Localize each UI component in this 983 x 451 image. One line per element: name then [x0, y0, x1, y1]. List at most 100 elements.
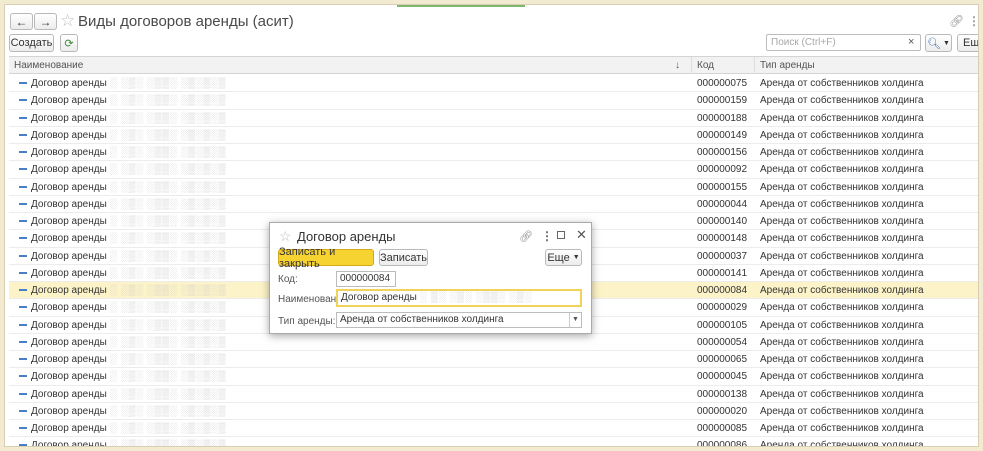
name-field[interactable]: Договор аренды ░ ▒░ ░▒░ ░▒▒░ ░▒░: [336, 289, 582, 307]
row-type: Аренда от собственников холдинга: [760, 371, 924, 383]
link-icon[interactable]: 🔗︎: [519, 230, 533, 243]
column-header-type[interactable]: Тип аренды: [755, 57, 978, 74]
save-button[interactable]: Записать: [379, 249, 428, 266]
create-button[interactable]: Создать: [9, 34, 54, 52]
arrow-left-icon: ←: [15, 14, 28, 29]
redacted-text: ░ ░▒░ ░▒▒░ ░▒░▒░▒: [106, 250, 227, 262]
more-vertical-icon[interactable]: ⋮: [968, 14, 978, 28]
refresh-button[interactable]: ⟳: [60, 34, 78, 52]
chevron-down-icon[interactable]: ▼: [569, 313, 581, 327]
save-and-close-button[interactable]: Записать и закрыть: [278, 246, 374, 270]
redacted-text: ░ ░▒░ ░▒▒░ ░▒░▒░▒: [106, 129, 227, 141]
search-button[interactable]: 🔍︎ ▼: [925, 34, 952, 52]
table-row[interactable]: Договор аренды ░ ░▒░ ░▒▒░ ░▒░▒░▒ 00000018…: [9, 110, 978, 127]
item-icon: [19, 99, 27, 102]
row-code: 000000037: [697, 250, 748, 262]
item-icon: [19, 168, 27, 171]
row-code: 000000085: [697, 423, 748, 434]
redacted-text: ░ ░▒░ ░▒▒░ ░▒░▒░▒: [106, 405, 227, 417]
item-icon: [19, 427, 27, 429]
row-code: 000000075: [697, 78, 748, 89]
table-row[interactable]: Договор аренды ░ ░▒░ ░▒▒░ ░▒░▒░▒ 00000013…: [9, 386, 978, 403]
redacted-text: ░ ░▒░ ░▒▒░ ░▒░▒░▒: [106, 267, 227, 279]
link-icon[interactable]: 🔗︎: [949, 14, 964, 28]
redacted-text: ░ ░▒░ ░▒▒░ ░▒░▒░▒: [106, 388, 227, 400]
row-name: Договор аренды ░ ░▒░ ░▒▒░ ░▒░▒░▒: [31, 181, 227, 193]
table-row[interactable]: Договор аренды ░ ░▒░ ░▒▒░ ░▒░▒░▒ 00000006…: [9, 351, 978, 369]
item-icon: [19, 375, 27, 378]
row-type: Аренда от собственников холдинга: [760, 250, 924, 262]
chevron-down-icon: ▼: [943, 39, 950, 47]
clear-search-icon[interactable]: ×: [908, 36, 914, 48]
row-name: Договор аренды ░ ░▒░ ░▒▒░ ░▒░▒░▒: [31, 388, 227, 400]
table-row[interactable]: Договор аренды ░ ░▒░ ░▒▒░ ░▒░▒░▒ 00000008…: [9, 437, 978, 447]
row-type: Аренда от собственников холдинга: [760, 216, 924, 227]
column-header-code[interactable]: Код: [692, 57, 755, 74]
row-name: Договор аренды ░ ░▒░ ░▒▒░ ░▒░▒░▒: [31, 437, 671, 446]
table-row[interactable]: Договор аренды ░ ░▒░ ░▒▒░ ░▒░▒░▒ 00000005…: [9, 334, 978, 351]
row-type: Аренда от собственников холдинга: [760, 302, 924, 314]
code-field[interactable]: 000000084: [336, 271, 396, 287]
row-type: Аренда от собственников холдинга: [760, 181, 924, 193]
item-icon: [19, 220, 27, 222]
table-row[interactable]: Договор аренды ░ ░▒░ ░▒▒░ ░▒░▒░▒ 00000009…: [9, 161, 978, 179]
forward-button[interactable]: →: [34, 13, 57, 30]
row-type: Аренда от собственников холдинга: [760, 285, 924, 296]
item-icon: [19, 392, 27, 395]
redacted-text: ░ ░▒░ ░▒▒░ ░▒░▒░▒: [106, 423, 227, 434]
row-type: Аренда от собственников холдинга: [760, 112, 924, 124]
row-name: Договор аренды ░ ░▒░ ░▒▒░ ░▒░▒░▒: [31, 336, 227, 348]
more-vertical-icon[interactable]: ⋮: [541, 229, 553, 243]
row-name: Договор аренды ░ ░▒░ ░▒▒░ ░▒░▒░▒: [31, 78, 227, 89]
row-type: Аренда от собственников холдинга: [760, 267, 924, 279]
row-type: Аренда от собственников холдинга: [760, 336, 924, 348]
table-row[interactable]: Договор аренды ░ ░▒░ ░▒▒░ ░▒░▒░▒ 00000014…: [9, 127, 978, 144]
item-icon: [19, 202, 27, 205]
item-icon: [19, 323, 27, 326]
redacted-text: ░ ░▒░ ░▒▒░ ░▒░▒░▒: [106, 78, 227, 89]
row-name: Договор аренды ░ ░▒░ ░▒▒░ ░▒░▒░▒: [31, 198, 227, 210]
favorite-star-icon[interactable]: ☆: [279, 228, 292, 245]
rent-type-label: Тип аренды:: [278, 316, 336, 327]
row-code: 000000086: [697, 440, 748, 447]
row-name: Договор аренды ░ ░▒░ ░▒▒░ ░▒░▒░▒: [31, 405, 227, 417]
table-row[interactable]: Договор аренды ░ ░▒░ ░▒▒░ ░▒░▒░▒ 00000015…: [9, 92, 978, 110]
row-type: Аренда от собственников холдинга: [760, 233, 924, 245]
column-header-name[interactable]: Наименование ↓: [9, 57, 692, 74]
table-row[interactable]: Договор аренды ░ ░▒░ ░▒▒░ ░▒░▒░▒ 00000008…: [9, 420, 978, 438]
search-input[interactable]: Поиск (Ctrl+F): [766, 34, 921, 51]
redacted-text: ░ ░▒░ ░▒▒░ ░▒░▒░▒: [106, 112, 227, 124]
favorite-star-icon[interactable]: ☆: [60, 11, 75, 31]
row-type: Аренда от собственников холдинга: [760, 95, 924, 107]
row-code: 000000148: [697, 233, 748, 245]
row-type: Аренда от собственников холдинга: [760, 78, 924, 89]
row-type: Аренда от собственников холдинга: [760, 129, 924, 141]
row-code: 000000054: [697, 336, 748, 348]
row-code: 000000105: [697, 319, 748, 331]
table-row[interactable]: Договор аренды ░ ░▒░ ░▒▒░ ░▒░▒░▒ 00000015…: [9, 144, 978, 162]
table-row[interactable]: Договор аренды ░ ░▒░ ░▒▒░ ░▒░▒░▒ 00000002…: [9, 403, 978, 420]
chevron-down-icon: ▼: [572, 254, 580, 261]
table-row[interactable]: Договор аренды ░ ░▒░ ░▒▒░ ░▒░▒░▒ 00000007…: [9, 75, 978, 93]
table-header: Наименование ↓ Код Тип аренды: [9, 57, 978, 74]
row-code: 000000092: [697, 164, 748, 176]
code-label: Код:: [278, 274, 298, 285]
table-row[interactable]: Договор аренды ░ ░▒░ ░▒▒░ ░▒░▒░▒ 00000004…: [9, 368, 978, 386]
dialog-more-button[interactable]: Еще ▼: [545, 249, 582, 266]
back-button[interactable]: ←: [10, 13, 33, 30]
row-type: Аренда от собственников холдинга: [760, 319, 924, 331]
rent-type-select[interactable]: Аренда от собственников холдинга ▼: [336, 312, 582, 328]
row-type: Аренда от собственников холдинга: [760, 198, 924, 210]
redacted-text: ░ ░▒░ ░▒▒░ ░▒░▒░▒: [106, 319, 227, 331]
close-icon[interactable]: ✕: [576, 227, 587, 243]
redacted-text: ░ ░▒░ ░▒▒░ ░▒░▒░▒: [106, 216, 227, 227]
maximize-icon[interactable]: [557, 231, 565, 239]
item-icon: [19, 116, 27, 119]
table-row[interactable]: Договор аренды ░ ░▒░ ░▒▒░ ░▒░▒░▒ 00000004…: [9, 196, 978, 213]
table-row[interactable]: Договор аренды ░ ░▒░ ░▒▒░ ░▒░▒░▒ 00000015…: [9, 179, 978, 196]
refresh-icon: ⟳: [64, 37, 74, 50]
item-icon: [19, 358, 27, 360]
redacted-text: ░ ░▒░ ░▒▒░ ░▒░▒░▒: [106, 371, 227, 383]
row-type: Аренда от собственников холдинга: [760, 164, 924, 176]
more-button[interactable]: Ещ: [957, 34, 978, 52]
